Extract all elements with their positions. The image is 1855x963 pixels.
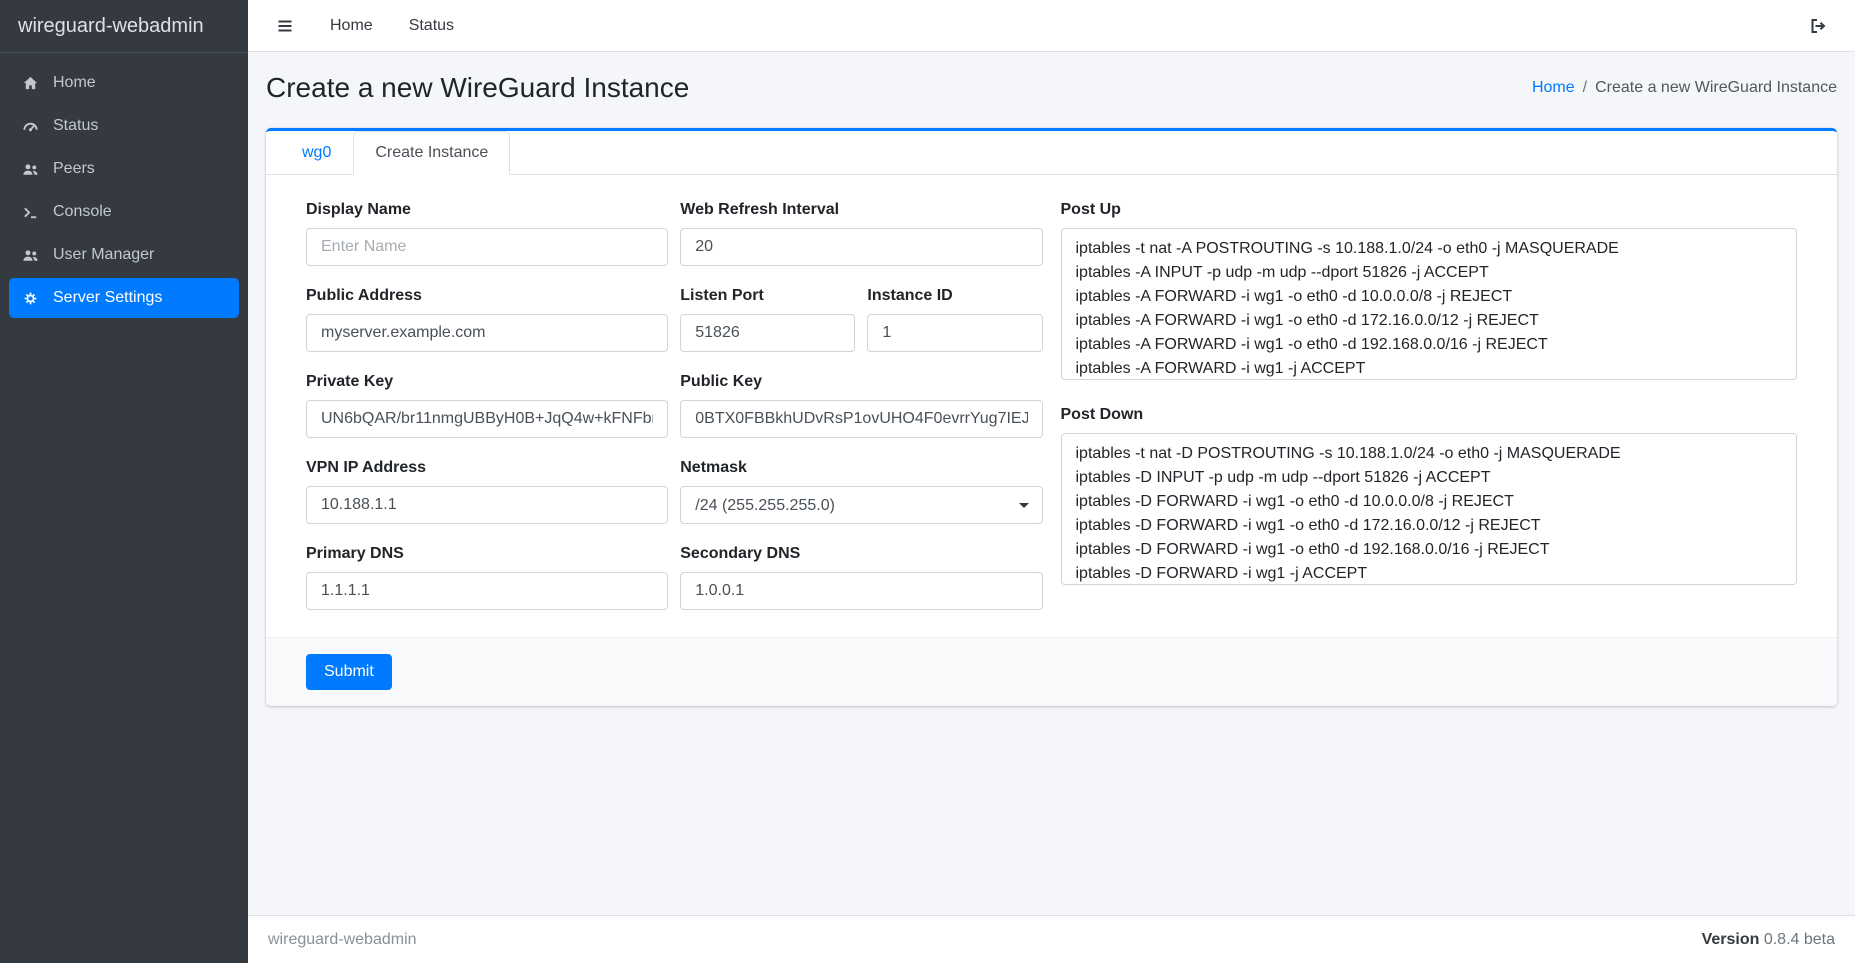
sidebar-toggle-icon[interactable] [276,17,294,35]
post-up-textarea[interactable]: iptables -t nat -A POSTROUTING -s 10.188… [1061,228,1798,380]
instance-id-label: Instance ID [867,287,1042,305]
secondary-dns-label: Secondary DNS [680,545,1042,563]
netmask-group: Netmask /24 (255.255.255.0) [680,459,1042,524]
create-instance-card: wg0 Create Instance Display Name Web [266,128,1837,706]
sidebar-menu: Home Status Peers Console [0,53,248,331]
form-left-column: Display Name Web Refresh Interval Public… [306,201,1043,631]
content-header: Create a new WireGuard Instance Home / C… [266,72,1837,104]
public-key-input[interactable] [680,400,1042,438]
form-right-column: Post Up iptables -t nat -A POSTROUTING -… [1061,201,1798,631]
sidebar-item-status[interactable]: Status [9,106,239,146]
vpn-ip-label: VPN IP Address [306,459,668,477]
public-address-group: Public Address [306,287,668,352]
sidebar-item-label: Peers [53,160,95,178]
netmask-label: Netmask [680,459,1042,477]
listen-port-group: Listen Port [680,287,855,352]
sidebar-item-label: Server Settings [53,289,162,307]
listen-port-label: Listen Port [680,287,855,305]
footer-version-value: 0.8.4 beta [1764,931,1835,948]
card-footer: Submit [266,637,1837,706]
secondary-dns-group: Secondary DNS [680,545,1042,610]
breadcrumb-home-link[interactable]: Home [1532,79,1575,97]
public-key-label: Public Key [680,373,1042,391]
breadcrumb-current: Create a new WireGuard Instance [1595,79,1837,97]
post-down-label: Post Down [1061,406,1798,424]
submit-button[interactable]: Submit [306,654,392,690]
sidebar-item-console[interactable]: Console [9,192,239,232]
display-name-label: Display Name [306,201,668,219]
tab-wg0[interactable]: wg0 [280,131,353,175]
footer-version: Version 0.8.4 beta [1702,931,1835,949]
footer-brand: wireguard-webadmin [268,931,417,949]
sidebar-item-label: Home [53,74,96,92]
tachometer-icon [19,118,41,135]
vpn-ip-group: VPN IP Address [306,459,668,524]
primary-dns-label: Primary DNS [306,545,668,563]
post-down-group: Post Down iptables -t nat -D POSTROUTING… [1061,406,1798,590]
secondary-dns-input[interactable] [680,572,1042,610]
display-name-group: Display Name [306,201,668,266]
listen-port-input[interactable] [680,314,855,352]
instance-id-input[interactable] [867,314,1042,352]
primary-dns-input[interactable] [306,572,668,610]
footer-version-label: Version [1702,931,1760,948]
vpn-ip-input[interactable] [306,486,668,524]
page-footer: wireguard-webadmin Version 0.8.4 beta [248,915,1855,963]
private-key-label: Private Key [306,373,668,391]
post-up-group: Post Up iptables -t nat -A POSTROUTING -… [1061,201,1798,385]
users-cog-icon [19,247,41,264]
top-navbar: Home Status [248,0,1855,52]
sidebar-item-label: User Manager [53,246,154,264]
gears-icon [19,290,41,307]
display-name-input[interactable] [306,228,668,266]
private-key-group: Private Key [306,373,668,438]
navbar-link-home[interactable]: Home [330,17,373,35]
breadcrumb: Home / Create a new WireGuard Instance [1532,79,1837,97]
sidebar: wireguard-webadmin Home Status Peers [0,0,248,963]
app-root: wireguard-webadmin Home Status Peers [0,0,1855,963]
instance-form: Display Name Web Refresh Interval Public… [266,175,1837,637]
sidebar-item-server-settings[interactable]: Server Settings [9,278,239,318]
main-panel: Home Status Create a new WireGuard Insta… [248,0,1855,963]
web-refresh-interval-input[interactable] [680,228,1042,266]
public-address-label: Public Address [306,287,668,305]
logout-icon[interactable] [1809,17,1827,35]
web-refresh-interval-label: Web Refresh Interval [680,201,1042,219]
page-title: Create a new WireGuard Instance [266,72,689,104]
sidebar-item-peers[interactable]: Peers [9,149,239,189]
public-address-input[interactable] [306,314,668,352]
tab-create-instance[interactable]: Create Instance [353,131,510,175]
card-tabs-header: wg0 Create Instance [266,131,1837,175]
breadcrumb-separator: / [1583,79,1587,97]
sidebar-item-home[interactable]: Home [9,63,239,103]
home-icon [19,75,41,92]
port-id-row: Listen Port Instance ID [680,287,1042,373]
netmask-select[interactable]: /24 (255.255.255.0) [680,486,1042,524]
sidebar-item-label: Console [53,203,112,221]
instance-id-group: Instance ID [867,287,1042,352]
navbar-link-status[interactable]: Status [409,17,454,35]
content-area: Create a new WireGuard Instance Home / C… [248,52,1855,915]
users-icon [19,161,41,178]
post-up-label: Post Up [1061,201,1798,219]
terminal-icon [19,204,41,221]
primary-dns-group: Primary DNS [306,545,668,610]
post-down-textarea[interactable]: iptables -t nat -D POSTROUTING -s 10.188… [1061,433,1798,585]
private-key-input[interactable] [306,400,668,438]
brand-title[interactable]: wireguard-webadmin [0,0,248,53]
sidebar-item-user-manager[interactable]: User Manager [9,235,239,275]
sidebar-item-label: Status [53,117,98,135]
web-refresh-interval-group: Web Refresh Interval [680,201,1042,266]
public-key-group: Public Key [680,373,1042,438]
instance-tabs: wg0 Create Instance [280,131,1823,175]
netmask-select-wrap: /24 (255.255.255.0) [680,486,1042,524]
